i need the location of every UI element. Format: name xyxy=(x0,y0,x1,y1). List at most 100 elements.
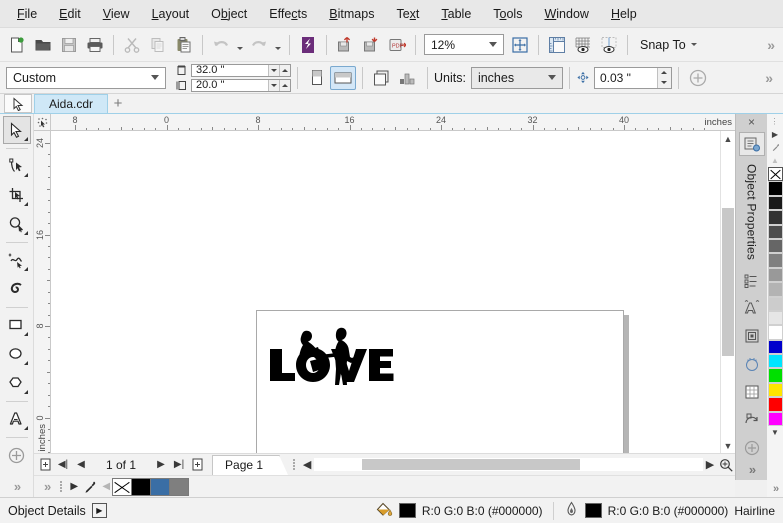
paste-icon[interactable] xyxy=(171,32,197,58)
horizontal-scroll-track[interactable] xyxy=(314,458,703,471)
tool-zoom[interactable] xyxy=(3,210,31,238)
tool-polygon[interactable] xyxy=(3,369,31,397)
page-height-input[interactable]: 20.0 " xyxy=(191,78,291,92)
property-bar-overflow-button[interactable]: » xyxy=(759,70,777,86)
zoom-to-fit-icon[interactable] xyxy=(717,456,735,474)
units-combo[interactable]: inches xyxy=(470,66,563,89)
palette-scroll-down-button[interactable]: ▼ xyxy=(767,426,783,439)
new-document-tab-button[interactable]: + xyxy=(108,94,128,113)
palette-up-button[interactable]: ▶ xyxy=(767,128,783,141)
print-document-icon[interactable] xyxy=(82,32,108,58)
vertical-ruler[interactable]: inches 24 16 8 0 xyxy=(34,131,51,453)
rp-swatch-gray-30[interactable] xyxy=(767,224,783,239)
all-pages-button[interactable] xyxy=(369,66,395,90)
nudge-distance-input[interactable]: 0.03 " xyxy=(593,66,672,89)
toolbox-overflow-button[interactable]: » xyxy=(14,479,21,497)
pick-tool-indicator-icon[interactable] xyxy=(4,94,32,113)
menu-help[interactable]: Help xyxy=(600,3,648,25)
nudge-up[interactable] xyxy=(657,67,671,78)
toolbar-overflow-button[interactable]: » xyxy=(761,37,779,53)
page-height-up[interactable] xyxy=(279,79,290,91)
rp-swatch-gray-40[interactable] xyxy=(767,238,783,254)
tool-shape[interactable] xyxy=(3,152,31,180)
scrollbar-grip[interactable] xyxy=(291,458,297,471)
page-width-down[interactable] xyxy=(268,64,279,76)
swatch-no-color[interactable] xyxy=(112,477,133,496)
page-height-down[interactable] xyxy=(268,79,279,91)
open-document-icon[interactable] xyxy=(30,32,56,58)
tool-text[interactable] xyxy=(3,405,31,433)
rp-swatch-white[interactable] xyxy=(767,325,783,340)
undo-icon[interactable] xyxy=(208,32,234,58)
vertical-scroll-thumb[interactable] xyxy=(722,208,734,356)
palette-expand-button[interactable]: » xyxy=(773,483,779,497)
rp-swatch-yellow[interactable] xyxy=(767,382,783,398)
menu-object[interactable]: Object xyxy=(200,3,258,25)
rp-swatch-gray-10[interactable] xyxy=(767,195,783,211)
docker-overflow-button[interactable]: » xyxy=(749,462,756,480)
tool-crop[interactable] xyxy=(3,181,31,209)
document-tab-aida[interactable]: Aida.cdr xyxy=(34,94,109,113)
tool-rectangle[interactable] xyxy=(3,311,31,339)
vertical-scroll-track[interactable] xyxy=(721,146,735,438)
first-page-button[interactable]: ◀| xyxy=(54,456,72,474)
text-properties-icon[interactable] xyxy=(739,296,765,320)
add-docker-icon[interactable] xyxy=(739,436,765,460)
save-document-icon[interactable] xyxy=(56,32,82,58)
scroll-up-button[interactable]: ▲ xyxy=(721,131,735,146)
swatch-gray[interactable] xyxy=(169,477,190,496)
rp-swatch-blue[interactable] xyxy=(767,339,783,355)
export-icon[interactable] xyxy=(358,32,384,58)
palette-scroll-up-button[interactable]: ▲ xyxy=(767,154,783,167)
object-manager-icon[interactable] xyxy=(739,268,765,292)
ruler-origin-handle[interactable] xyxy=(34,114,51,131)
tool-ellipse[interactable] xyxy=(3,340,31,368)
docker-close-button[interactable]: × xyxy=(736,114,767,130)
landscape-orientation-button[interactable] xyxy=(330,65,356,90)
add-page-before-button[interactable] xyxy=(36,456,54,474)
snap-to-dropdown[interactable]: Snap To xyxy=(633,35,704,55)
show-guidelines-icon[interactable] xyxy=(596,32,622,58)
tool-pick[interactable] xyxy=(2,116,31,144)
publish-pdf-icon[interactable]: PDF xyxy=(384,32,410,58)
cut-icon[interactable] xyxy=(119,32,145,58)
redo-dropdown-icon[interactable] xyxy=(272,32,284,58)
horizontal-ruler[interactable]: inches 8 0 8 16 24 32 40 xyxy=(51,114,735,131)
menu-layout[interactable]: Layout xyxy=(141,3,201,25)
nudge-down[interactable] xyxy=(657,77,671,88)
next-page-button[interactable]: ▶ xyxy=(152,456,170,474)
page-width-input[interactable]: 32.0 " xyxy=(191,63,291,77)
tool-artistic-media[interactable] xyxy=(3,275,31,303)
new-document-icon[interactable] xyxy=(4,32,30,58)
rp-swatch-cyan[interactable] xyxy=(767,354,783,369)
document-page[interactable] xyxy=(256,310,624,453)
palette-scroll-right-button[interactable]: ▶ xyxy=(67,481,81,492)
palette-handle[interactable]: ⋮ xyxy=(771,114,780,128)
copy-icon[interactable] xyxy=(145,32,171,58)
palette-overflow-button[interactable]: » xyxy=(38,479,55,494)
last-page-button[interactable]: ▶| xyxy=(170,456,188,474)
rp-swatch-no-color[interactable] xyxy=(767,167,783,182)
previous-page-button[interactable]: ◀ xyxy=(72,456,90,474)
swatch-blue[interactable] xyxy=(150,477,171,496)
add-page-after-button[interactable] xyxy=(188,456,206,474)
hscroll-right-button[interactable]: ▶ xyxy=(703,458,717,471)
rp-swatch-gray-20[interactable] xyxy=(767,210,783,225)
vertical-scrollbar[interactable]: ▲ ▼ xyxy=(720,131,735,453)
menu-file[interactable]: File xyxy=(6,3,48,25)
object-data-icon[interactable] xyxy=(739,380,765,404)
eyedropper-icon[interactable] xyxy=(81,478,99,496)
page-size-combo[interactable]: Custom xyxy=(6,66,166,89)
swatch-black[interactable] xyxy=(131,477,152,496)
menu-effects[interactable]: Effects xyxy=(258,3,318,25)
redo-icon[interactable] xyxy=(246,32,272,58)
rp-swatch-red[interactable] xyxy=(767,397,783,412)
love-artwork[interactable] xyxy=(267,325,397,400)
rp-swatch-gray-60[interactable] xyxy=(767,267,783,283)
tool-freehand[interactable] xyxy=(3,246,31,274)
object-details-expand-button[interactable]: ▶ xyxy=(91,503,107,518)
menu-edit[interactable]: Edit xyxy=(48,3,92,25)
object-properties-icon[interactable] xyxy=(738,132,765,156)
zoom-level-combo[interactable]: 12% xyxy=(424,34,504,55)
menu-bitmaps[interactable]: Bitmaps xyxy=(318,3,385,25)
